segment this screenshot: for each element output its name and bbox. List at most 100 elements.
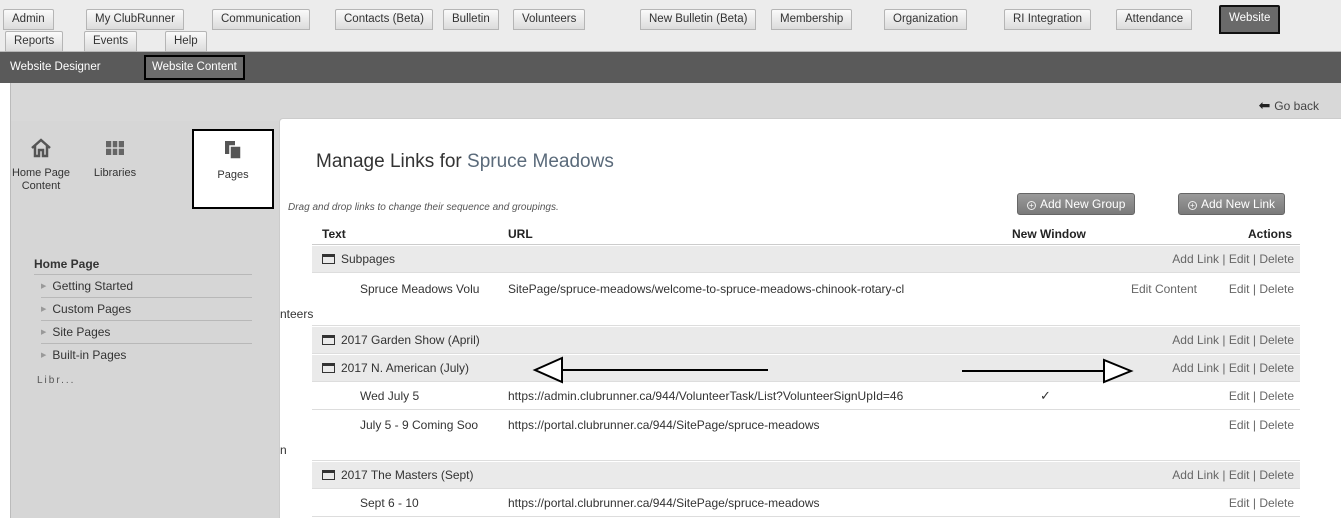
folder-icon <box>322 363 335 373</box>
edit-button[interactable]: Edit <box>1229 389 1250 403</box>
edit-button[interactable]: Edit <box>1229 468 1250 482</box>
delete-button[interactable]: Delete <box>1259 389 1294 403</box>
tab-ri-integration[interactable]: RI Integration <box>1004 9 1092 30</box>
delete-button[interactable]: Delete <box>1259 418 1294 432</box>
tab-bulletin[interactable]: Bulletin <box>443 9 499 30</box>
separator: | <box>1222 333 1226 347</box>
page-title-prefix: Manage Links for <box>316 151 462 172</box>
nav-item-custom-pages[interactable]: ▶ Custom Pages <box>41 302 131 316</box>
nav-item-built-in-pages[interactable]: ▶ Built-in Pages <box>41 348 126 362</box>
link-text: Spruce Meadows Volu <box>360 282 480 296</box>
pages-button[interactable]: Pages <box>192 129 274 209</box>
link-url: SitePage/spruce-meadows/welcome-to-spruc… <box>508 282 905 296</box>
link-url: https://admin.clubrunner.ca/944/Voluntee… <box>508 389 904 403</box>
link-text: Sept 6 - 10 <box>360 496 419 510</box>
link-url: https://portal.clubrunner.ca/944/SitePag… <box>508 496 820 510</box>
add-link-button[interactable]: Add Link <box>1172 361 1219 375</box>
delete-button[interactable]: Delete <box>1259 252 1294 266</box>
group-row[interactable]: 2017 Garden Show (April) Add Link | Edit… <box>312 327 1300 354</box>
delete-button[interactable]: Delete <box>1259 468 1294 482</box>
main-area: ⬅ Go back Home Page Content Libraries Pag… <box>10 83 1341 518</box>
nav-item-site-pages[interactable]: ▶ Site Pages <box>41 325 110 339</box>
go-back-link[interactable]: ⬅ Go back <box>1259 97 1319 114</box>
add-new-link-button[interactable]: + Add New Link <box>1178 193 1286 215</box>
back-arrow-icon: ⬅ <box>1258 97 1271 113</box>
edit-button[interactable]: Edit <box>1229 496 1250 510</box>
separator: | <box>1252 389 1256 403</box>
edit-button[interactable]: Edit <box>1229 418 1250 432</box>
link-row[interactable]: Wed July 5 https://admin.clubrunner.ca/9… <box>312 383 1300 410</box>
nav-section-libraries-cut: Libr... <box>37 375 76 386</box>
delete-button[interactable]: Delete <box>1259 496 1294 510</box>
col-header-actions: Actions <box>1247 227 1292 241</box>
add-link-button[interactable]: Add Link <box>1172 468 1219 482</box>
group-row[interactable]: 2017 N. American (July) Add Link | Edit … <box>312 355 1300 382</box>
link-text: July 5 - 9 Coming Soo <box>360 418 479 432</box>
tab-new-bulletin-beta[interactable]: New Bulletin (Beta) <box>640 9 757 30</box>
edit-button[interactable]: Edit <box>1229 333 1250 347</box>
subtab-website-content[interactable]: Website Content <box>144 55 245 80</box>
tab-attendance[interactable]: Attendance <box>1116 9 1193 30</box>
tab-reports[interactable]: Reports <box>5 31 64 52</box>
plus-circle-icon: + <box>1188 201 1197 210</box>
pages-icon <box>194 139 272 169</box>
delete-button[interactable]: Delete <box>1259 282 1294 296</box>
edit-button[interactable]: Edit <box>1229 282 1250 296</box>
edit-button[interactable]: Edit <box>1229 361 1250 375</box>
nav-item-label: Custom Pages <box>52 302 132 316</box>
tab-help[interactable]: Help <box>165 31 207 52</box>
group-row[interactable]: Subpages Add Link | Edit | Delete <box>312 246 1300 273</box>
nav-item-getting-started[interactable]: ▶ Getting Started <box>41 279 133 293</box>
link-text-wrap: n <box>280 443 287 457</box>
link-actions: Edit | Delete <box>1229 282 1294 296</box>
col-header-text: Text <box>322 227 346 241</box>
separator: | <box>1252 418 1256 432</box>
folder-icon <box>322 254 335 264</box>
tab-admin[interactable]: Admin <box>3 9 54 30</box>
link-row[interactable]: Spruce Meadows Volu SitePage/spruce-mead… <box>280 274 1300 326</box>
pages-label: Pages <box>217 169 249 181</box>
separator: | <box>1252 252 1256 266</box>
libraries-button[interactable]: Libraries <box>80 137 150 180</box>
nav-item-label: Site Pages <box>52 325 111 339</box>
edit-button[interactable]: Edit <box>1229 252 1250 266</box>
group-actions: Add Link | Edit | Delete <box>1172 361 1294 375</box>
tab-contacts-beta[interactable]: Contacts (Beta) <box>335 9 433 30</box>
subtab-website-designer[interactable]: Website Designer <box>4 58 107 78</box>
group-actions: Add Link | Edit | Delete <box>1172 468 1294 482</box>
sub-tab-bar: Website Designer Website Content <box>0 52 1341 83</box>
group-name: 2017 N. American (July) <box>341 361 470 375</box>
nav-divider <box>41 297 252 298</box>
separator: | <box>1252 282 1256 296</box>
add-new-link-label: Add New Link <box>1201 197 1276 211</box>
tab-my-clubrunner[interactable]: My ClubRunner <box>86 9 184 30</box>
home-page-content-label: Home Page Content <box>11 167 71 192</box>
group-row[interactable]: 2017 The Masters (Sept) Add Link | Edit … <box>312 462 1300 489</box>
delete-button[interactable]: Delete <box>1259 361 1294 375</box>
add-new-group-button[interactable]: + Add New Group <box>1017 193 1136 215</box>
separator: | <box>1222 252 1226 266</box>
add-link-button[interactable]: Add Link <box>1172 333 1219 347</box>
triangle-right-icon: ▶ <box>41 283 47 290</box>
add-link-button[interactable]: Add Link <box>1172 252 1219 266</box>
link-row[interactable]: July 5 - 9 Coming Soo https://portal.clu… <box>280 411 1300 461</box>
separator: | <box>1252 496 1256 510</box>
delete-button[interactable]: Delete <box>1259 333 1294 347</box>
table-header: Text URL New Window Actions <box>312 223 1300 245</box>
tab-volunteers[interactable]: Volunteers <box>513 9 586 30</box>
go-back-label: Go back <box>1274 99 1319 113</box>
group-name: 2017 Garden Show (April) <box>341 333 480 347</box>
link-actions: Edit | Delete <box>1229 418 1294 432</box>
tab-events[interactable]: Events <box>84 31 138 52</box>
home-page-content-button[interactable]: Home Page Content <box>1 137 81 193</box>
tab-communication[interactable]: Communication <box>212 9 310 30</box>
edit-content-button[interactable]: Edit Content <box>1131 282 1197 296</box>
separator: | <box>1252 468 1256 482</box>
group-actions: Add Link | Edit | Delete <box>1172 252 1294 266</box>
tab-membership[interactable]: Membership <box>771 9 853 30</box>
folder-icon <box>322 470 335 480</box>
link-row[interactable]: Sept 6 - 10 https://portal.clubrunner.ca… <box>312 490 1300 517</box>
tab-organization[interactable]: Organization <box>884 9 968 30</box>
tab-website[interactable]: Website <box>1219 5 1281 34</box>
main-tab-bar: Admin My ClubRunner Communication Contac… <box>0 0 1341 52</box>
